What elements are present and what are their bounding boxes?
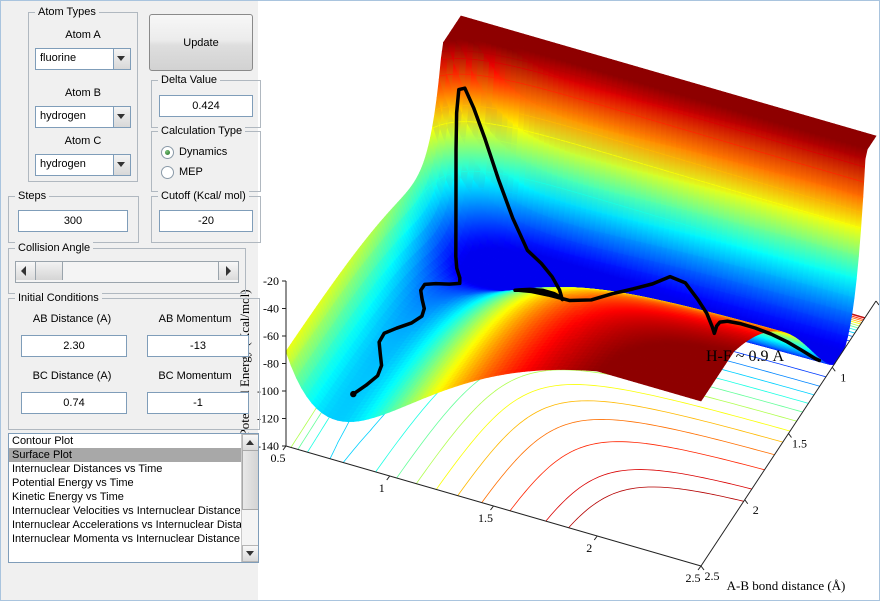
- list-item[interactable]: Potential Energy vs Time: [9, 476, 241, 490]
- down-arrow-button[interactable]: [242, 545, 258, 562]
- ab-distance-label: AB Distance (A): [32, 313, 112, 325]
- collision-angle-group: Collision Angle: [8, 242, 246, 294]
- cutoff-title: Cutoff (Kcal/ mol): [158, 190, 249, 202]
- cutoff-input[interactable]: [159, 210, 253, 232]
- plot-type-list: Contour Plot Surface Plot Internuclear Dis…: [9, 434, 241, 562]
- steps-group: Steps: [8, 190, 139, 243]
- plot-type-listbox[interactable]: Contour Plot Surface Plot Internuclear Dis…: [8, 433, 259, 563]
- steps-input[interactable]: [18, 210, 128, 232]
- up-arrow-button[interactable]: [242, 434, 258, 451]
- initial-conditions-group: Initial Conditions AB Distance (A) AB Mo…: [8, 292, 260, 430]
- ab-distance-input[interactable]: [21, 335, 127, 357]
- calculation-type-group: Calculation Type Dynamics MEP: [151, 125, 261, 192]
- listbox-scrollbar[interactable]: [241, 434, 258, 562]
- mep-radio-option[interactable]: MEP: [161, 165, 203, 179]
- collision-angle-title: Collision Angle: [15, 242, 94, 254]
- atom-b-value: hydrogen: [40, 110, 86, 122]
- dropdown-arrow-icon[interactable]: [113, 49, 130, 69]
- cutoff-group: Cutoff (Kcal/ mol): [151, 190, 261, 243]
- atom-types-title: Atom Types: [35, 6, 99, 18]
- calculation-type-title: Calculation Type: [158, 125, 246, 137]
- list-item[interactable]: Internuclear Velocities vs Internuclear …: [9, 504, 241, 518]
- dynamics-radio-label: Dynamics: [179, 146, 228, 158]
- scrollbar-thumb[interactable]: [242, 450, 258, 510]
- list-item[interactable]: Surface Plot: [9, 448, 241, 462]
- update-button[interactable]: Update: [149, 14, 253, 71]
- bc-momentum-label: BC Momentum: [158, 370, 232, 382]
- radio-button-icon[interactable]: [161, 165, 174, 179]
- list-item[interactable]: Contour Plot: [9, 434, 241, 448]
- list-item[interactable]: Kinetic Energy vs Time: [9, 490, 241, 504]
- right-arrow-button[interactable]: [218, 262, 238, 280]
- atom-a-select[interactable]: fluorine: [35, 48, 131, 70]
- list-item[interactable]: Internuclear Distances vs Time: [9, 462, 241, 476]
- atom-c-label: Atom C: [64, 135, 102, 147]
- atom-types-group: Atom Types Atom A fluorine Atom B hydrog…: [28, 6, 138, 182]
- collision-angle-slider[interactable]: [15, 261, 239, 283]
- atom-c-select[interactable]: hydrogen: [35, 154, 131, 176]
- atom-a-value: fluorine: [40, 52, 77, 64]
- bc-distance-input[interactable]: [21, 392, 127, 414]
- app-window: Atom Types Atom A fluorine Atom B hydrog…: [0, 0, 880, 601]
- bc-momentum-input[interactable]: [147, 392, 249, 414]
- radio-button-icon[interactable]: [161, 145, 174, 159]
- dynamics-radio-option[interactable]: Dynamics: [161, 145, 227, 159]
- atom-b-select[interactable]: hydrogen: [35, 106, 131, 128]
- ab-momentum-input[interactable]: [147, 335, 249, 357]
- atom-c-value: hydrogen: [40, 158, 86, 170]
- left-arrow-button[interactable]: [16, 262, 36, 280]
- slider-thumb[interactable]: [35, 262, 63, 280]
- delta-value-title: Delta Value: [158, 74, 221, 86]
- ab-momentum-label: AB Momentum: [158, 313, 232, 325]
- delta-value-input[interactable]: [159, 95, 253, 117]
- initial-conditions-title: Initial Conditions: [15, 292, 102, 304]
- atom-b-label: Atom B: [64, 87, 102, 99]
- mep-radio-label: MEP: [179, 166, 203, 178]
- bc-distance-label: BC Distance (A): [32, 370, 112, 382]
- atom-a-label: Atom A: [65, 29, 101, 41]
- potential-energy-surface-plot: [236, 1, 879, 600]
- dropdown-arrow-icon[interactable]: [113, 107, 130, 127]
- list-item[interactable]: Internuclear Momenta vs Internuclear Dis…: [9, 532, 241, 546]
- steps-title: Steps: [15, 190, 50, 202]
- dropdown-arrow-icon[interactable]: [113, 155, 130, 175]
- list-item[interactable]: Internuclear Accelerations vs Internucle…: [9, 518, 241, 532]
- delta-value-group: Delta Value: [151, 74, 261, 128]
